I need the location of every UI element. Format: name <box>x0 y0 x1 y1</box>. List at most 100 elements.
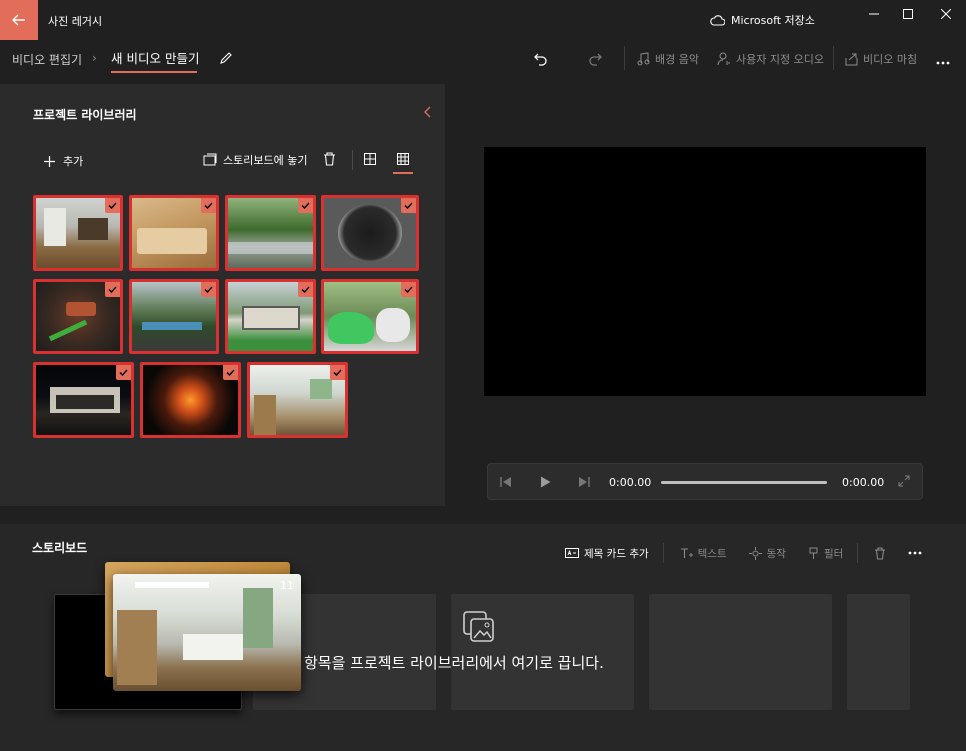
motion-icon <box>748 546 762 560</box>
cloud-storage-button[interactable]: Microsoft 저장소 <box>710 12 815 28</box>
library-item-grill[interactable] <box>33 279 123 354</box>
toolbar-separator <box>352 150 353 170</box>
collapse-library-button[interactable] <box>424 106 432 121</box>
selected-check-icon <box>201 282 216 297</box>
drop-media-icon <box>462 610 496 647</box>
play-button[interactable] <box>540 476 551 491</box>
library-item-stream[interactable] <box>225 195 316 271</box>
close-icon <box>941 9 951 19</box>
export-icon <box>845 53 858 65</box>
library-item-bunk-room[interactable] <box>247 362 348 438</box>
command-separator <box>624 46 625 70</box>
drag-preview-thumbnail: 11 <box>113 574 301 691</box>
background-music-button[interactable]: 배경 음악 <box>637 51 699 67</box>
library-item-sofa[interactable] <box>129 195 219 271</box>
previous-frame-button[interactable] <box>500 476 512 491</box>
library-item-dinosaur[interactable] <box>321 279 419 354</box>
place-storyboard-icon <box>203 153 217 166</box>
motion-label: 동작 <box>766 547 786 560</box>
library-item-campfire[interactable] <box>140 362 241 438</box>
redo-button[interactable] <box>587 51 603 70</box>
command-separator <box>833 46 834 70</box>
minimize-button[interactable] <box>858 0 890 28</box>
selected-check-icon <box>298 198 313 213</box>
more-options-button[interactable] <box>936 54 950 68</box>
maximize-button[interactable] <box>892 0 924 28</box>
selected-check-icon <box>401 282 416 297</box>
title-bar: 사진 레거시 Microsoft 저장소 <box>0 0 966 40</box>
redo-icon <box>589 53 602 66</box>
cloud-icon <box>710 14 725 26</box>
grid-large-icon <box>364 153 376 165</box>
minimize-icon <box>869 13 879 15</box>
add-media-label: 추가 <box>63 155 84 168</box>
selected-check-icon <box>105 282 120 297</box>
custom-audio-label: 사용자 지정 오디오 <box>736 53 824 66</box>
skip-back-icon <box>500 477 511 487</box>
more-icon <box>908 551 922 555</box>
fullscreen-button[interactable] <box>898 475 910 490</box>
back-button[interactable] <box>0 0 38 40</box>
text-button[interactable]: 텍스트 <box>680 546 727 561</box>
library-item-campsite[interactable] <box>129 279 219 354</box>
large-thumbnail-view-button[interactable] <box>364 153 376 168</box>
text-icon <box>680 547 693 558</box>
chevron-left-icon <box>424 106 431 118</box>
breadcrumb-video-editor[interactable]: 비디오 편집기 <box>12 51 82 68</box>
motion-button[interactable]: 동작 <box>748 546 786 561</box>
custom-audio-button[interactable]: 사용자 지정 오디오 <box>717 51 824 67</box>
seek-slider[interactable] <box>661 481 827 484</box>
app-title: 사진 레거시 <box>48 15 103 28</box>
delete-library-item-button[interactable] <box>323 152 336 169</box>
total-time: 0:00.00 <box>842 476 885 489</box>
toolbar-separator <box>662 543 664 563</box>
add-media-button[interactable]: 추가 <box>44 153 83 169</box>
undo-button[interactable] <box>533 51 549 70</box>
library-item-night-cabin[interactable] <box>33 362 134 438</box>
storyboard-more-button[interactable] <box>908 551 922 555</box>
selected-check-icon <box>201 198 216 213</box>
next-frame-button[interactable] <box>578 476 590 491</box>
plus-icon <box>44 155 55 167</box>
grid-small-icon <box>397 153 409 165</box>
rename-project-button[interactable] <box>219 51 233 68</box>
selected-check-icon <box>330 365 345 380</box>
expand-icon <box>898 475 910 487</box>
filter-label: 필터 <box>823 547 844 560</box>
storyboard-title: 스토리보드 <box>32 541 88 555</box>
finish-video-button[interactable]: 비디오 마침 <box>845 51 917 67</box>
selected-check-icon <box>116 365 131 380</box>
trash-icon <box>324 152 335 166</box>
project-library-title: 프로젝트 라이브러리 <box>33 108 137 122</box>
add-title-card-label: 제목 카드 추가 <box>584 547 649 560</box>
video-preview-canvas <box>484 147 926 396</box>
breadcrumb-current-project[interactable]: 새 비디오 만들기 <box>111 48 199 67</box>
small-thumbnail-view-button[interactable] <box>397 153 409 168</box>
toolbar-separator <box>857 543 859 563</box>
more-icon <box>936 61 950 65</box>
storyboard-slot[interactable] <box>847 594 910 710</box>
play-icon <box>541 476 551 488</box>
drag-item-count: 11 <box>280 579 294 592</box>
drop-hint-text: 항목을 프로젝트 라이브러리에서 여기로 끕니다. <box>304 654 604 672</box>
maximize-icon <box>903 9 913 19</box>
cloud-storage-label: Microsoft 저장소 <box>731 14 815 27</box>
background-music-label: 배경 음악 <box>655 53 699 66</box>
text-label: 텍스트 <box>697 547 727 560</box>
filter-brush-icon <box>809 547 818 559</box>
library-item-cabin[interactable] <box>225 279 316 354</box>
delete-storyboard-item-button[interactable] <box>874 546 886 560</box>
library-item-charcoal[interactable] <box>321 195 419 271</box>
pencil-icon <box>220 52 232 64</box>
close-button[interactable] <box>930 0 962 28</box>
place-in-storyboard-button[interactable]: 스토리보드에 놓기 <box>203 152 307 168</box>
selected-check-icon <box>223 365 238 380</box>
command-bar: 비디오 편집기 › 새 비디오 만들기 배경 음악 사용자 지정 오디오 비디오… <box>0 40 966 84</box>
current-time: 0:00.00 <box>609 476 652 489</box>
library-item-kitchen[interactable] <box>33 195 123 271</box>
view-selection-indicator <box>393 172 413 174</box>
add-title-card-button[interactable]: 제목 카드 추가 <box>565 546 649 561</box>
trash-icon <box>875 546 886 560</box>
storyboard-slot[interactable] <box>649 594 832 710</box>
filter-button[interactable]: 필터 <box>808 546 843 561</box>
